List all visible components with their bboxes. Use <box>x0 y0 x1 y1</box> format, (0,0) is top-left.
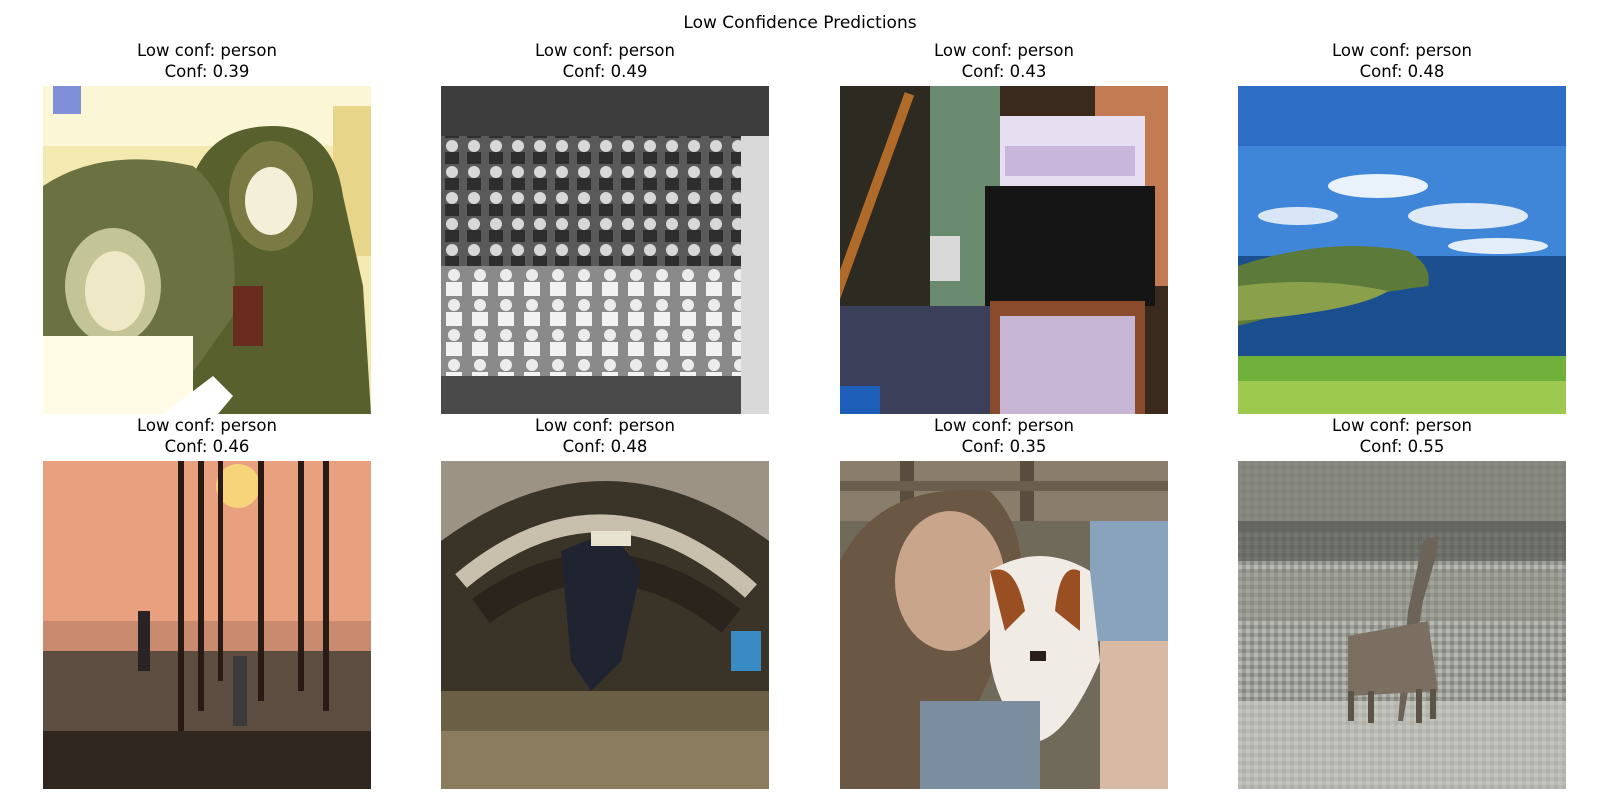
panel-image <box>43 461 371 789</box>
panel-title: Low conf: person Conf: 0.55 <box>1238 415 1566 457</box>
panel-confidence: Conf: 0.49 <box>562 62 648 81</box>
panel-image <box>840 461 1168 789</box>
panel-label: Low conf: person <box>535 416 675 435</box>
panel-image <box>1238 86 1566 414</box>
panel-8: Low conf: person Conf: 0.55 <box>1238 415 1566 789</box>
panel-label: Low conf: person <box>1332 416 1472 435</box>
panel-label: Low conf: person <box>934 416 1074 435</box>
panel-label: Low conf: person <box>137 41 277 60</box>
panel-4: Low conf: person Conf: 0.48 <box>1238 40 1566 414</box>
panel-6: Low conf: person Conf: 0.48 <box>441 415 769 789</box>
panel-title: Low conf: person Conf: 0.46 <box>43 415 371 457</box>
panel-label: Low conf: person <box>1332 41 1472 60</box>
panel-confidence: Conf: 0.35 <box>961 437 1047 456</box>
panel-label: Low conf: person <box>934 41 1074 60</box>
panel-confidence: Conf: 0.43 <box>961 62 1047 81</box>
panel-3: Low conf: person Conf: 0.43 <box>840 40 1168 414</box>
panel-image <box>43 86 371 414</box>
panel-2: Low conf: person Conf: 0.49 <box>441 40 769 414</box>
panel-1: Low conf: person Conf: 0.39 <box>43 40 371 414</box>
panel-title: Low conf: person Conf: 0.48 <box>441 415 769 457</box>
panel-title: Low conf: person Conf: 0.49 <box>441 40 769 82</box>
panel-image <box>441 86 769 414</box>
panel-label: Low conf: person <box>535 41 675 60</box>
panel-image <box>1238 461 1566 789</box>
panel-title: Low conf: person Conf: 0.35 <box>840 415 1168 457</box>
panel-7: Low conf: person Conf: 0.35 <box>840 415 1168 789</box>
panel-label: Low conf: person <box>137 416 277 435</box>
panel-title: Low conf: person Conf: 0.39 <box>43 40 371 82</box>
panel-5: Low conf: person Conf: 0.46 <box>43 415 371 789</box>
panel-image <box>840 86 1168 414</box>
figure-title: Low Confidence Predictions <box>683 13 917 33</box>
panel-confidence: Conf: 0.48 <box>1359 62 1445 81</box>
panel-title: Low conf: person Conf: 0.43 <box>840 40 1168 82</box>
panel-confidence: Conf: 0.48 <box>562 437 648 456</box>
panel-confidence: Conf: 0.55 <box>1359 437 1445 456</box>
panel-confidence: Conf: 0.39 <box>164 62 250 81</box>
panel-confidence: Conf: 0.46 <box>164 437 250 456</box>
panel-image <box>441 461 769 789</box>
panel-title: Low conf: person Conf: 0.48 <box>1238 40 1566 82</box>
